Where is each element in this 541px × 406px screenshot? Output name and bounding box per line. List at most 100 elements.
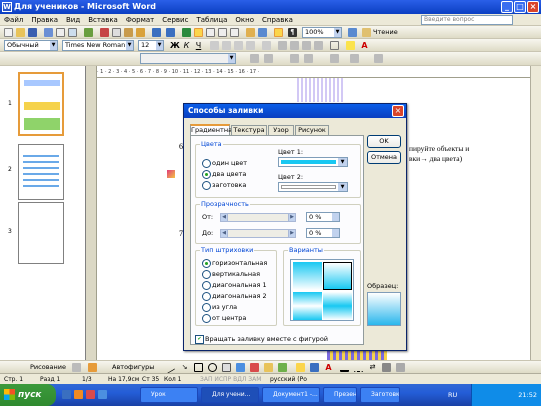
from-slider[interactable]: ◀ ▶ bbox=[220, 213, 296, 222]
from-spinner[interactable]: 0 % bbox=[306, 212, 340, 222]
arrow-style-icon[interactable]: ⇄ bbox=[368, 363, 377, 372]
close-window-button[interactable]: × bbox=[527, 1, 539, 13]
help-search-input[interactable]: Введите вопрос bbox=[421, 15, 513, 25]
radio-preset[interactable]: заготовка bbox=[202, 181, 246, 190]
tab-texture[interactable]: Текстура bbox=[231, 125, 267, 135]
autoshapes-menu-button[interactable]: Автофигуры bbox=[112, 363, 154, 371]
slider-track[interactable] bbox=[228, 229, 288, 238]
excel-table-icon[interactable] bbox=[218, 28, 227, 37]
merge-cells-icon[interactable] bbox=[290, 54, 299, 63]
fill-color-icon[interactable] bbox=[296, 363, 305, 372]
bold-icon[interactable]: Ж bbox=[170, 41, 180, 50]
undo-icon[interactable] bbox=[152, 28, 161, 37]
paragraph-mark-icon[interactable]: ¶ bbox=[288, 28, 297, 37]
tables-borders-icon[interactable] bbox=[194, 28, 203, 37]
font-select[interactable]: Times New Roman ▼ bbox=[62, 40, 134, 51]
menu-view[interactable]: Вид bbox=[62, 14, 84, 26]
menu-insert[interactable]: Вставка bbox=[84, 14, 122, 26]
spelling-icon[interactable] bbox=[84, 28, 93, 37]
radio-two-colors[interactable]: два цвета bbox=[202, 170, 246, 179]
redo-icon[interactable] bbox=[166, 28, 175, 37]
spinner-arrows-icon[interactable] bbox=[332, 213, 339, 221]
zoom-select[interactable]: 100% ▼ bbox=[302, 27, 342, 38]
slider-track[interactable] bbox=[228, 213, 288, 222]
cancel-button[interactable]: Отмена bbox=[367, 151, 401, 164]
line-spacing-icon[interactable] bbox=[262, 41, 271, 50]
radio-shading-horizontal[interactable]: горизонтальная bbox=[202, 259, 267, 268]
align-left-icon[interactable] bbox=[210, 41, 219, 50]
chevron-right-icon[interactable]: ▶ bbox=[288, 229, 296, 238]
select-objects-icon[interactable] bbox=[72, 363, 81, 372]
line-style-select[interactable]: ▼ bbox=[140, 53, 236, 64]
arrow-icon[interactable]: ↘ bbox=[180, 363, 189, 372]
color2-select[interactable]: ▼ bbox=[278, 182, 348, 192]
taskbar-item[interactable]: Урок bbox=[140, 387, 198, 403]
hyperlink-icon[interactable] bbox=[182, 28, 191, 37]
shading-color-icon[interactable] bbox=[264, 54, 273, 63]
taskbar-item[interactable]: Заготовка bbox=[360, 387, 400, 403]
print-icon[interactable] bbox=[56, 28, 65, 37]
3d-icon[interactable] bbox=[396, 363, 405, 372]
page-thumbnail[interactable] bbox=[18, 202, 64, 264]
wordart-icon[interactable] bbox=[236, 363, 245, 372]
print-preview-icon[interactable] bbox=[68, 28, 77, 37]
drawing-menu-button[interactable]: Рисование bbox=[30, 363, 66, 371]
document-map-icon[interactable] bbox=[258, 28, 267, 37]
permission-icon[interactable] bbox=[44, 28, 53, 37]
format-painter-icon[interactable] bbox=[136, 28, 145, 37]
menu-help[interactable]: Справка bbox=[258, 14, 297, 26]
vertical-scrollbar[interactable] bbox=[530, 66, 541, 360]
borders-icon[interactable] bbox=[330, 41, 339, 50]
new-document-icon[interactable] bbox=[4, 28, 13, 37]
line-style-icon[interactable] bbox=[340, 363, 349, 372]
menu-edit[interactable]: Правка bbox=[27, 14, 62, 26]
page-thumbnail[interactable] bbox=[18, 144, 64, 200]
taskbar-item[interactable]: Презентация1 bbox=[323, 387, 357, 403]
bullets-icon[interactable] bbox=[290, 41, 299, 50]
drawing-icon[interactable] bbox=[246, 28, 255, 37]
increase-indent-icon[interactable] bbox=[314, 41, 323, 50]
open-folder-icon[interactable] bbox=[16, 28, 25, 37]
align-cell-icon[interactable] bbox=[330, 54, 339, 63]
show-hide-icon[interactable] bbox=[274, 28, 283, 37]
taskbar-item[interactable]: Документ1 -... bbox=[262, 387, 320, 403]
split-cells-icon[interactable] bbox=[304, 54, 313, 63]
dialog-close-button[interactable]: × bbox=[392, 105, 404, 117]
quicklaunch-icon[interactable] bbox=[86, 390, 95, 399]
font-size-select[interactable]: 12 ▼ bbox=[138, 40, 164, 51]
variant-2[interactable] bbox=[323, 262, 352, 290]
numbering-icon[interactable] bbox=[278, 41, 287, 50]
autoformat-icon[interactable] bbox=[350, 54, 359, 63]
line-color-icon[interactable] bbox=[310, 363, 319, 372]
start-button[interactable]: пуск bbox=[0, 384, 56, 406]
ok-button[interactable]: OK bbox=[367, 135, 401, 148]
sort-icon[interactable] bbox=[374, 54, 383, 63]
menu-format[interactable]: Формат bbox=[122, 14, 158, 26]
highlight-icon[interactable] bbox=[346, 41, 355, 50]
color1-select[interactable]: ▼ bbox=[278, 157, 348, 167]
radio-shading-corner[interactable]: из угла bbox=[202, 303, 237, 312]
copy-icon[interactable] bbox=[112, 28, 121, 37]
variant-4[interactable] bbox=[323, 292, 352, 320]
tab-picture[interactable]: Рисунок bbox=[295, 125, 329, 135]
underline-icon[interactable]: Ч bbox=[194, 41, 203, 50]
rectangle-icon[interactable] bbox=[194, 363, 203, 372]
insert-picture-icon[interactable] bbox=[278, 363, 287, 372]
style-select[interactable]: Обычный ▼ bbox=[4, 40, 58, 51]
read-mode-label[interactable]: Чтение bbox=[373, 28, 398, 36]
clipart-icon[interactable] bbox=[264, 363, 273, 372]
chevron-left-icon[interactable]: ◀ bbox=[220, 229, 228, 238]
ie-quicklaunch-icon[interactable] bbox=[98, 390, 107, 399]
help-icon[interactable] bbox=[348, 28, 357, 37]
read-mode-icon[interactable] bbox=[362, 28, 371, 37]
taskbar-item-active[interactable]: Для учени... bbox=[201, 387, 259, 403]
diagram-icon[interactable] bbox=[250, 363, 259, 372]
text-box-icon[interactable] bbox=[222, 363, 231, 372]
radio-shading-diagonal-1[interactable]: диагональная 1 bbox=[202, 281, 267, 290]
paste-icon[interactable] bbox=[124, 28, 133, 37]
radio-one-color[interactable]: один цвет bbox=[202, 159, 247, 168]
variant-3[interactable] bbox=[293, 292, 322, 320]
menu-table[interactable]: Таблица bbox=[192, 14, 231, 26]
rotate-icon[interactable] bbox=[88, 363, 97, 372]
chevron-right-icon[interactable]: ▶ bbox=[288, 213, 296, 222]
